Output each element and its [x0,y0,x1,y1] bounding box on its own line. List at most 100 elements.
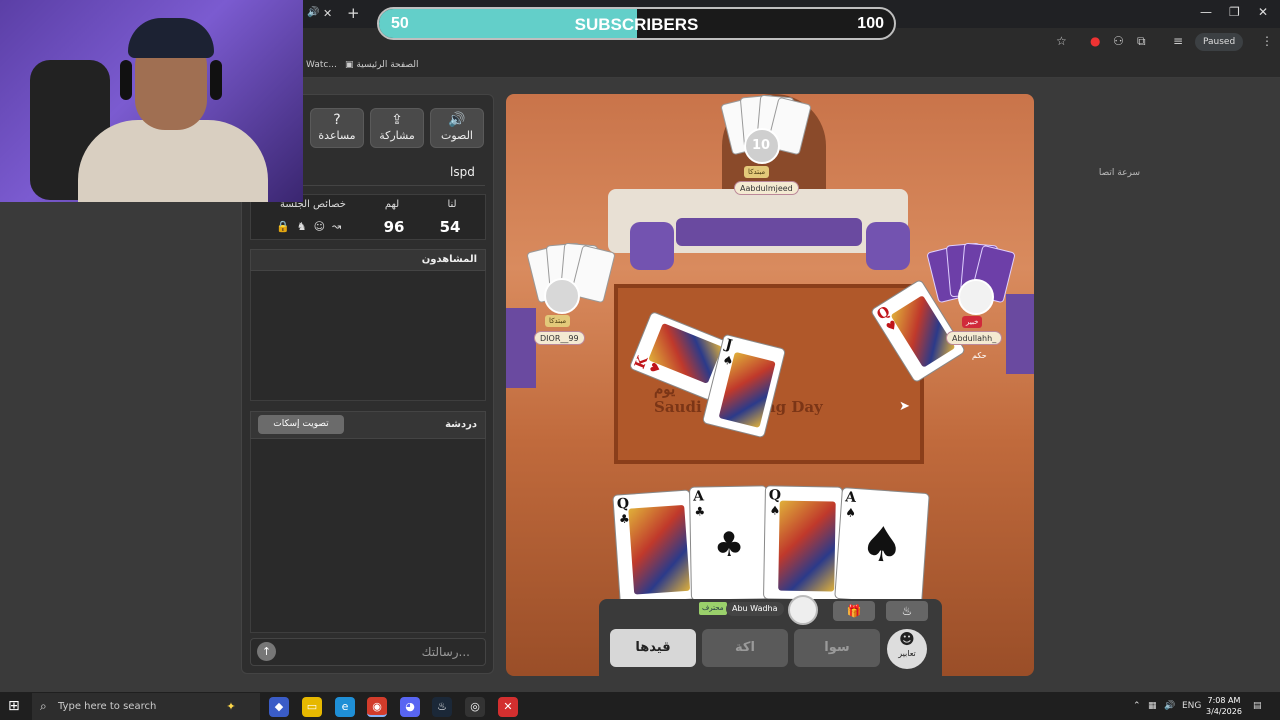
horse-icon: ♞ [296,220,314,233]
extension-icon[interactable]: ⚇ [1113,34,1124,48]
copilot-sparkle-icon[interactable]: ✦ [221,697,241,717]
akka-button[interactable]: اكة [702,629,788,667]
edge-icon[interactable]: e [335,697,355,717]
headset-icon [120,60,132,100]
gift-icon: 🎁 [846,604,862,618]
bookmark-home[interactable]: ▣ الصفحة الرئيسية [345,60,418,70]
pillow-left [630,222,674,270]
sawa-button[interactable]: سوا [794,629,880,667]
connection-speed-value: lspd [450,165,475,179]
discord-icon[interactable]: ◕ [400,697,420,717]
right-player-avatar[interactable] [958,279,994,315]
app-close-icon[interactable]: ✕ [498,697,518,717]
hand-card[interactable]: A ♣ ♣ [689,485,769,601]
streamer-hoodie [78,120,268,202]
volume-icon[interactable]: 🔊 [1164,701,1175,711]
headset-icon [210,60,222,100]
chrome-icon[interactable]: ◉ [367,697,387,717]
top-player-name: Aabdulmjeed [734,181,799,195]
tab-close-icon[interactable]: ✕ [323,7,332,20]
card-face [628,504,691,595]
browser-menu-icon[interactable]: ⋮ [1261,34,1273,48]
speaker-icon: 🔊 [448,112,466,128]
close-window-icon[interactable]: ✕ [1258,5,1268,19]
question-icon: ? [333,112,341,128]
copilot-icon[interactable]: ◆ [269,697,289,717]
top-player-tag: مبتدكا [744,166,770,178]
chat-messages [250,439,486,633]
search-icon: ⌕ [40,699,47,713]
share-button[interactable]: ⇪ مشاركة [370,108,424,148]
left-player-avatar[interactable] [544,278,580,314]
restore-icon[interactable]: ❐ [1229,5,1240,19]
sound-label: الصوت [441,129,473,142]
my-player-name: Abu Wadha [726,602,784,616]
file-explorer-icon[interactable]: ▭ [302,697,322,717]
right-player-name: Abdullahh_ [946,331,1003,345]
bookmark-watch[interactable]: Watc... [306,60,337,70]
steam-icon[interactable]: ♨ [432,697,452,717]
seat-right [1006,294,1034,374]
message-input[interactable] [300,642,470,662]
hand-card[interactable]: A ♠ ♠ [834,487,930,605]
network-icon[interactable]: ▦ [1148,701,1157,711]
help-button[interactable]: ? مساعدة [310,108,364,148]
mute-vote-button[interactable]: تصويت إسكات [258,415,344,434]
hand-card[interactable]: Q ♠ [763,485,843,601]
bookmark-home-label: الصفحة الرئيسية [356,60,419,70]
sound-button[interactable]: 🔊 الصوت [430,108,484,148]
help-label: مساعدة [318,129,356,142]
them-label: لهم [384,199,400,210]
seat-left [506,308,536,388]
obs-icon[interactable]: ◎ [465,697,485,717]
spade-icon: ♠ [858,515,906,575]
session-properties-icons: 🔒♞☺↝ [276,220,348,233]
notifications-icon[interactable]: ▤ [1253,701,1262,711]
watchers-list [250,271,486,401]
fire-button[interactable]: ♨ [886,601,928,621]
them-score: 96 [383,218,405,236]
clock-time: 7:08 AM [1207,696,1241,705]
extensions-puzzle-icon[interactable]: ⧉ [1137,34,1146,49]
subscriber-goal-bar: 50 SUBSCRIBERS 100 [377,7,896,40]
watchers-header: المشاهدون [250,249,486,271]
chat-title: دردشة [445,419,477,430]
hand-card[interactable]: Q ♣ [612,489,698,605]
send-message-button[interactable]: ↑ [257,642,276,661]
webcam-overlay [0,0,303,202]
media-control-icon[interactable]: ≡ [1173,34,1183,48]
bookmark-star-icon[interactable]: ☆ [1056,34,1067,48]
pillow-right [866,222,910,270]
smile-icon: ☺ [313,220,333,233]
card-suit: ♣ [694,504,706,519]
left-player-tag: مبتدكا [545,315,571,327]
sofa-cushion [676,218,862,246]
top-player-count: 10 [752,138,771,153]
watchers-title: المشاهدون [421,254,477,265]
clock-date: 3/4/2026 [1206,707,1242,716]
card-rank: A [844,489,857,507]
card-face [778,500,836,592]
card-rank: A [693,488,705,505]
language-indicator[interactable]: ENG [1182,701,1201,711]
my-avatar[interactable] [788,595,818,625]
tray-chevron-icon[interactable]: ⌃ [1133,701,1141,711]
extension-red-icon[interactable]: ● [1090,34,1100,48]
lock-icon: 🔒 [276,220,297,233]
gift-button[interactable]: 🎁 [833,601,875,621]
emotes-button[interactable]: ☻ تعابير [887,629,927,669]
tab-audio-icon[interactable]: 🔊 [307,7,319,18]
new-tab-button[interactable]: + [347,4,360,22]
my-rank-tag: محترف [699,602,727,615]
us-score: 54 [439,218,461,236]
subscriber-title: SUBSCRIBERS [574,15,699,34]
taskbar-search-placeholder[interactable]: Type here to search [58,701,156,712]
windows-start-icon[interactable]: ⊞ [8,698,20,714]
system-clock[interactable]: 7:08 AM 3/4/2026 [1206,695,1242,717]
share-icon: ⇪ [391,112,403,128]
minimize-icon[interactable]: — [1200,5,1212,19]
qaydha-button[interactable]: قيدها [610,629,696,667]
right-player-tag: خبير [962,316,983,328]
left-player-name: DIOR__99 [534,331,585,345]
profile-paused-badge[interactable]: Paused [1195,33,1244,51]
